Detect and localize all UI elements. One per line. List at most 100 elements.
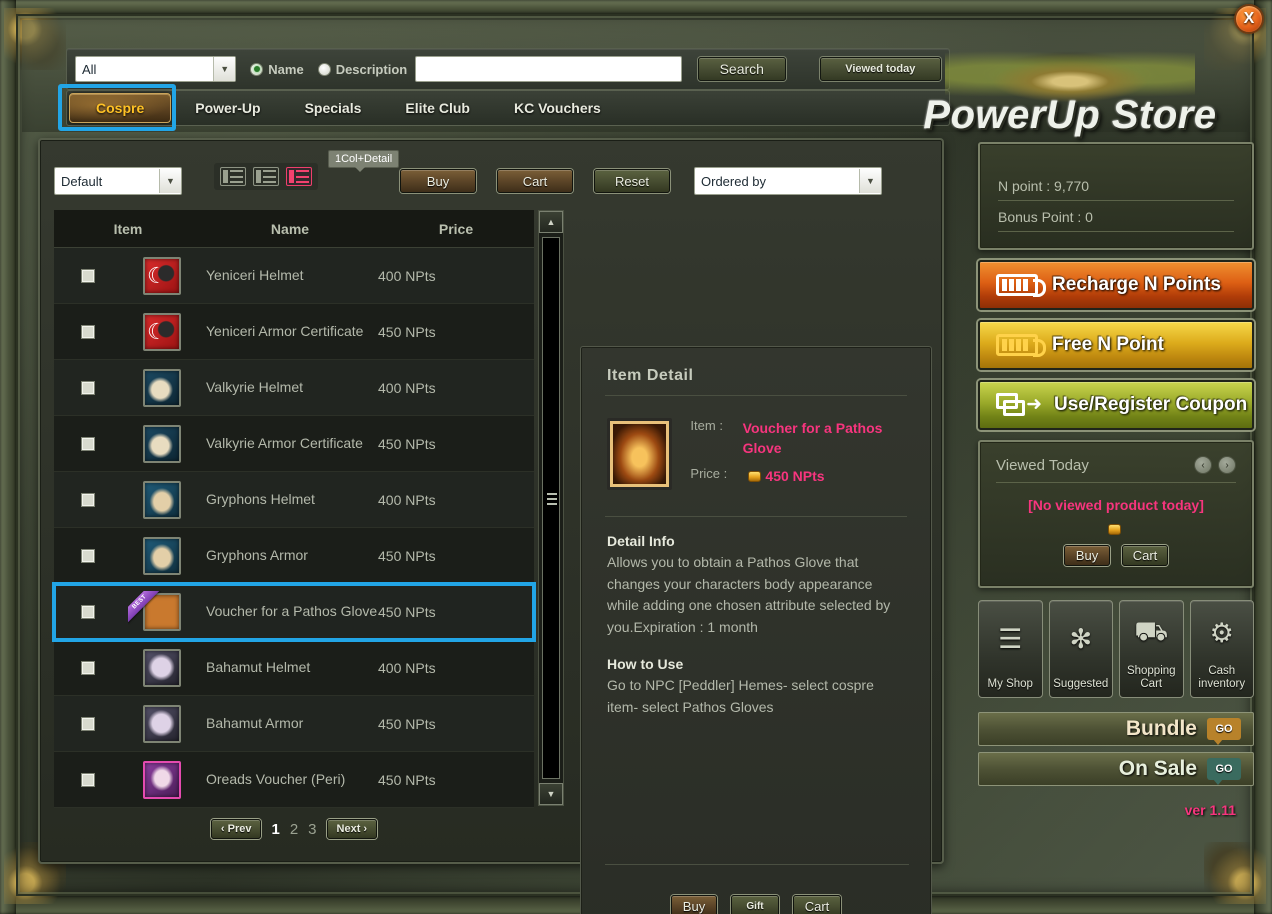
sort-select[interactable]: Default ▼	[54, 167, 182, 195]
row-item-price: 450 NPts	[378, 323, 436, 340]
recharge-label: Recharge N Points	[1052, 274, 1221, 295]
row-checkbox[interactable]	[54, 380, 122, 395]
detail-buy-button[interactable]: Buy	[671, 895, 717, 914]
row-checkbox[interactable]	[54, 268, 122, 283]
row-item-name: Bahamut Armor	[206, 715, 304, 731]
detail-gift-button[interactable]: Gift	[731, 895, 779, 914]
row-item-name: Gryphons Armor	[206, 547, 308, 563]
tab-specials[interactable]: Specials	[285, 93, 382, 123]
tab-cospre[interactable]: Cospre	[69, 93, 172, 123]
version-label: ver 1.11	[1184, 802, 1236, 818]
free-n-point-button[interactable]: Free N Point	[978, 320, 1254, 370]
tab-power-up[interactable]: Power-Up	[175, 93, 280, 123]
viewed-today-actions: Buy Cart	[996, 545, 1236, 566]
viewed-prev-icon[interactable]: ‹	[1194, 456, 1212, 474]
list-header: Item Name Price	[54, 210, 534, 248]
row-item-price: 400 NPts	[378, 267, 436, 284]
view-mode-1col-icon[interactable]	[220, 167, 246, 186]
scroll-up-icon[interactable]: ▲	[539, 211, 563, 233]
battery-icon	[996, 334, 1046, 357]
ordered-by-select[interactable]: Ordered by ▼	[694, 167, 882, 195]
radio-description-label: Description	[335, 61, 408, 77]
next-page-button[interactable]: Next ›	[326, 819, 378, 839]
use-register-coupon-button[interactable]: ➜ Use/Register Coupon	[978, 380, 1254, 430]
row-checkbox[interactable]	[54, 716, 122, 731]
search-field-description-radio[interactable]: Description	[317, 61, 408, 77]
row-checkbox[interactable]	[54, 436, 122, 451]
search-input[interactable]	[415, 56, 682, 82]
column-header-price: Price	[438, 220, 474, 237]
logo-text: PowerUp Store	[923, 93, 1217, 137]
tile-shopping-cart[interactable]: ⛟ Shopping Cart	[1119, 600, 1184, 698]
detail-info-heading: Detail Info	[607, 533, 675, 549]
search-field-name-radio[interactable]: Name	[250, 61, 304, 77]
table-row[interactable]: Valkyrie Armor Certificate 450 NPts	[54, 416, 534, 472]
viewed-next-icon[interactable]: ›	[1218, 456, 1236, 474]
bundle-go-button[interactable]: GO	[1207, 718, 1241, 745]
table-row[interactable]: Yeniceri Helmet 400 NPts	[54, 248, 534, 304]
page-number-3[interactable]: 3	[308, 821, 316, 838]
cart-button[interactable]: Cart	[497, 169, 573, 193]
detail-info-text: Allows you to obtain a Pathos Glove that…	[607, 554, 891, 635]
radio-name-label: Name	[268, 61, 304, 77]
tab-kc-vouchers[interactable]: KC Vouchers	[494, 93, 621, 123]
page-number-1[interactable]: 1	[271, 821, 279, 838]
ordered-by-value: Ordered by	[701, 173, 767, 189]
tile-my-shop[interactable]: ☰ My Shop	[978, 600, 1043, 698]
row-checkbox[interactable]	[54, 604, 122, 619]
row-checkbox[interactable]	[54, 548, 122, 563]
row-checkbox[interactable]	[54, 492, 122, 507]
search-button[interactable]: Search	[697, 57, 786, 81]
bundle-promo-bar[interactable]: Bundle GO	[978, 712, 1254, 746]
view-mode-group	[214, 163, 318, 190]
table-row[interactable]: Bahamut Helmet 400 NPts	[54, 640, 534, 696]
row-item-icon	[122, 648, 202, 687]
tile-suggested[interactable]: ✻ Suggested	[1048, 600, 1113, 698]
recharge-n-points-button[interactable]: Recharge N Points	[978, 260, 1254, 310]
row-item-price: 450 NPts	[378, 603, 436, 620]
radio-name-icon[interactable]	[250, 62, 264, 76]
tile-cash-inventory[interactable]: ⚙ Cash inventory	[1189, 600, 1254, 698]
row-item-price: 450 NPts	[378, 547, 436, 564]
detail-cart-button[interactable]: Cart	[793, 895, 841, 914]
buy-button[interactable]: Buy	[400, 169, 476, 193]
best-badge-icon	[128, 591, 162, 625]
tab-elite-club[interactable]: Elite Club	[385, 93, 490, 123]
column-header-name: Name	[270, 220, 310, 237]
reset-button[interactable]: Reset	[594, 169, 670, 193]
list-scrollbar[interactable]: ▲ ▼	[538, 210, 564, 806]
scrollbar-track[interactable]	[542, 237, 560, 779]
tile-label: My Shop	[987, 678, 1033, 690]
row-checkbox[interactable]	[54, 660, 122, 675]
row-item-icon	[122, 312, 202, 351]
category-select[interactable]: All ▼	[75, 56, 237, 82]
viewed-today-title: Viewed Today	[996, 456, 1089, 474]
coupon-label: Use/Register Coupon	[1054, 394, 1248, 415]
table-row[interactable]: Valkyrie Helmet 400 NPts	[54, 360, 534, 416]
scrollbar-thumb[interactable]	[547, 493, 557, 505]
viewed-buy-button[interactable]: Buy	[1064, 545, 1110, 566]
table-row[interactable]: Voucher for a Pathos Glove450 NPts	[52, 582, 536, 642]
table-row[interactable]: Yeniceri Armor Certificate 450 NPts	[54, 304, 534, 360]
item-thumbnail	[607, 418, 673, 490]
viewed-cart-button[interactable]: Cart	[1122, 545, 1168, 566]
row-checkbox[interactable]	[54, 324, 122, 339]
table-row[interactable]: Gryphons Helmet 400 NPts	[54, 472, 534, 528]
sidebar: N point : 9,770 Bonus Point : 0 Recharge…	[956, 138, 1254, 864]
view-mode-1col-detail-icon[interactable]	[286, 167, 312, 186]
row-checkbox[interactable]	[54, 772, 122, 787]
on-sale-go-button[interactable]: GO	[1207, 758, 1241, 785]
detail-price-label: Price :	[690, 466, 728, 481]
on-sale-promo-bar[interactable]: On Sale GO	[978, 752, 1254, 786]
table-row[interactable]: Bahamut Armor 450 NPts	[54, 696, 534, 752]
table-row[interactable]: Oreads Voucher (Peri) 450 NPts	[54, 752, 534, 808]
item-detail-body: Detail Info Allows you to obtain a Patho…	[581, 517, 931, 718]
page-number-2[interactable]: 2	[290, 821, 298, 838]
row-item-icon	[122, 591, 202, 631]
prev-page-button[interactable]: ‹ Prev	[210, 819, 262, 839]
close-icon[interactable]: X	[1234, 4, 1264, 34]
view-mode-2col-icon[interactable]	[253, 167, 279, 186]
scroll-down-icon[interactable]: ▼	[539, 783, 563, 805]
radio-description-icon[interactable]	[317, 62, 331, 76]
table-row[interactable]: Gryphons Armor 450 NPts	[54, 528, 534, 584]
